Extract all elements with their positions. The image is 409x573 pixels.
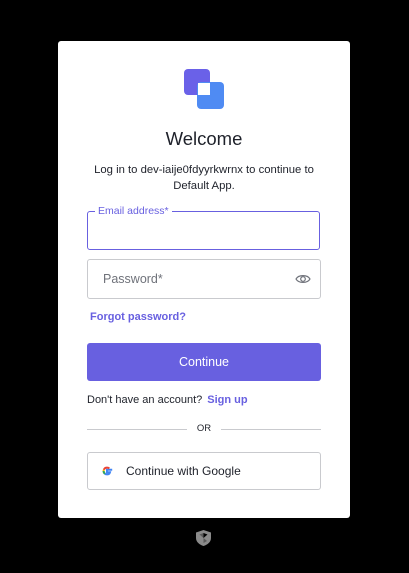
password-field[interactable] [87,259,321,299]
shield-icon [196,530,211,546]
signup-link[interactable]: Sign up [207,394,247,406]
app-logo-icon [184,69,224,109]
page-title: Welcome [165,128,243,149]
password-input[interactable] [103,270,283,288]
email-label: Email address* [95,205,172,218]
eye-icon[interactable] [295,272,311,286]
login-card: Welcome Log in to dev-iaije0fdyyrkwrnx t… [58,41,350,518]
google-button-label: Continue with Google [126,464,241,478]
google-login-button[interactable]: Continue with Google [87,452,321,490]
signup-prompt: Don't have an account? [87,394,203,406]
signup-row: Don't have an account? Sign up [87,394,248,406]
forgot-password-link[interactable]: Forgot password? [90,311,186,323]
divider-line-right [221,429,321,430]
or-divider: OR [87,423,321,437]
google-icon [102,466,113,476]
page-subtitle: Log in to dev-iaije0fdyyrkwrnx to contin… [94,164,314,192]
email-field[interactable]: Email address* [87,205,320,250]
email-input[interactable] [98,220,308,240]
continue-button[interactable]: Continue [87,343,321,381]
